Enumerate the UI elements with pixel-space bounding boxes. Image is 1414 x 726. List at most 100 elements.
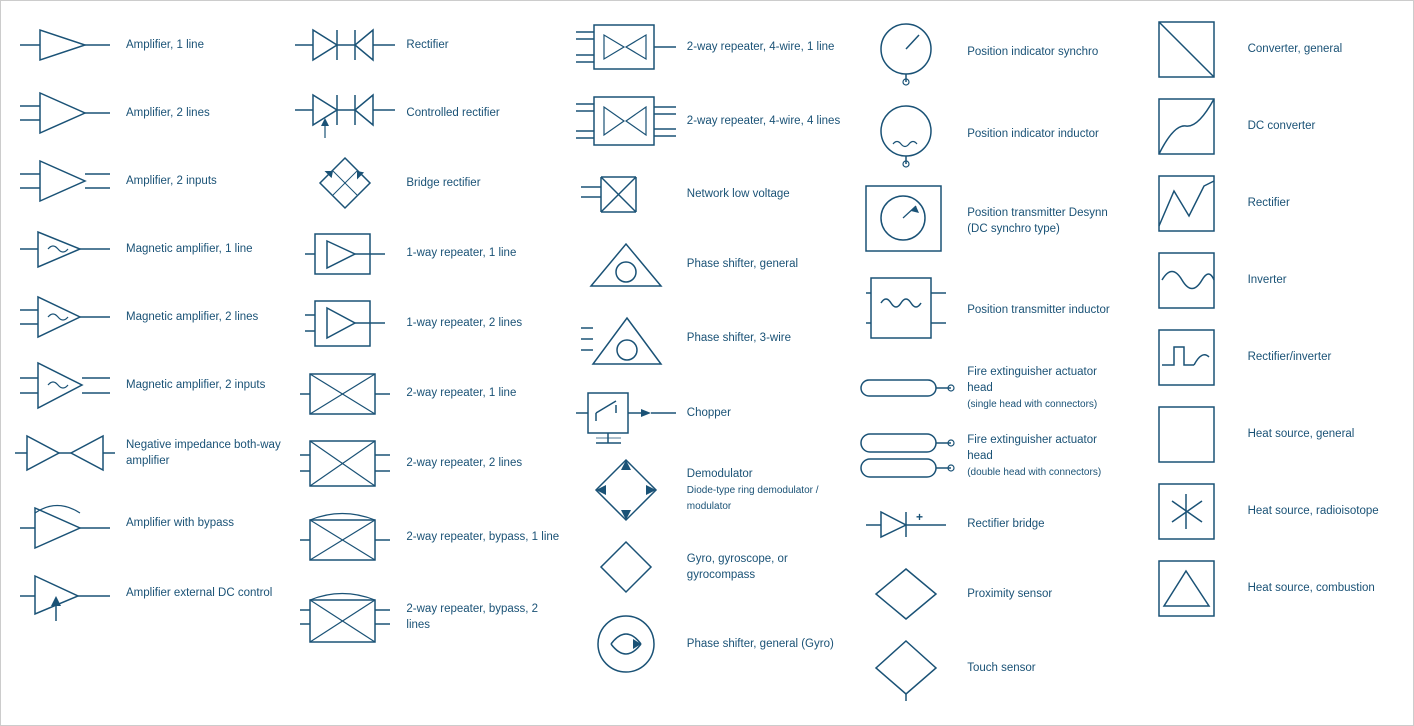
item-magamp1line: Magnetic amplifier, 1 line	[6, 215, 286, 283]
column-1: Amplifier, 1 line Amplifier, 2 lines	[6, 11, 286, 707]
label-twoway4w1l: 2-way repeater, 4-wire, 1 line	[681, 39, 843, 55]
label-netlowvolt: Network low voltage	[681, 186, 843, 202]
item-twoway1line: 2-way repeater, 1 line	[286, 359, 566, 427]
item-posinductor: Position indicator inductor	[847, 93, 1127, 175]
label-amp1line: Amplifier, 1 line	[120, 37, 282, 53]
label-twoway4w4l: 2-way repeater, 4-wire, 4 lines	[681, 113, 843, 129]
symbol-convertergen	[1132, 17, 1242, 82]
item-phasegengyr: Phase shifter, general (Gyro)	[567, 603, 847, 685]
label-convertergen: Converter, general	[1242, 41, 1404, 57]
label-postransdesyn: Position transmitter Desynn (DC synchro …	[961, 205, 1123, 237]
label-rectifier: Rectifier	[400, 37, 562, 53]
item-twoway4w1l: 2-way repeater, 4-wire, 1 line	[567, 11, 847, 83]
item-oneway2lines: 1-way repeater, 2 lines	[286, 287, 566, 359]
item-netlowvolt: Network low voltage	[567, 160, 847, 228]
label-magamp2lines: Magnetic amplifier, 2 lines	[120, 309, 282, 325]
symbol-amp2lines	[10, 88, 120, 138]
symbol-amp1line	[10, 25, 120, 65]
label-contrectifier: Controlled rectifier	[400, 105, 562, 121]
item-fireexthead2: Fire extinguisher actuator head (double …	[847, 422, 1127, 490]
symbol-rectbridge: +	[851, 497, 961, 552]
column-4: Position indicator synchro Position indi…	[847, 11, 1127, 707]
symbol-ampextdc	[10, 566, 120, 621]
label-ampextdc: Amplifier external DC control	[120, 585, 282, 601]
symbol-rectifier2	[1132, 171, 1242, 236]
label-twowaybp1: 2-way repeater, bypass, 1 line	[400, 529, 562, 545]
label-bridgerect: Bridge rectifier	[400, 175, 562, 191]
item-magamp2inputs: Magnetic amplifier, 2 inputs	[6, 351, 286, 419]
item-heatcombust: Heat source, combustion	[1128, 550, 1408, 627]
label-touchsensor: Touch sensor	[961, 660, 1123, 676]
item-twowaybp2: 2-way repeater, bypass, 2 lines	[286, 576, 566, 658]
item-negimpedance: Negative impedance both-way amplifier	[6, 419, 286, 487]
symbol-twoway1line	[290, 366, 400, 421]
label-phasegen: Phase shifter, general	[681, 256, 843, 272]
symbol-amp2inputs	[10, 156, 120, 206]
item-twoway2lines: 2-way repeater, 2 lines	[286, 427, 566, 499]
label-postransinductor: Position transmitter inductor	[961, 302, 1123, 318]
item-magamp2lines: Magnetic amplifier, 2 lines	[6, 283, 286, 351]
symbol-heatradio	[1132, 479, 1242, 544]
symbol-phasegen	[571, 234, 681, 294]
symbol-proxsensor	[851, 564, 961, 624]
item-demod: Demodulator Diode-type ring demodulator …	[567, 449, 847, 531]
item-heatradio: Heat source, radioisotope	[1128, 473, 1408, 550]
item-amp2inputs: Amplifier, 2 inputs	[6, 147, 286, 215]
label-rectifier2: Rectifier	[1242, 195, 1404, 211]
label-inverter: Inverter	[1242, 272, 1404, 288]
label-dcconverter: DC converter	[1242, 118, 1404, 134]
item-possynchro: Position indicator synchro	[847, 11, 1127, 93]
symbol-fireexthead2	[851, 429, 961, 484]
label-rectbridge: Rectifier bridge	[961, 516, 1123, 532]
item-touchsensor: Touch sensor	[847, 630, 1127, 707]
item-dcconverter: DC converter	[1128, 88, 1408, 165]
label-amp2lines: Amplifier, 2 lines	[120, 105, 282, 121]
item-proxsensor: Proximity sensor	[847, 558, 1127, 630]
symbol-oneway2lines	[290, 293, 400, 353]
label-phasegengyr: Phase shifter, general (Gyro)	[681, 636, 843, 652]
symbol-twowaybp1	[290, 505, 400, 570]
label-heatcombust: Heat source, combustion	[1242, 580, 1404, 596]
symbol-magamp1line	[10, 227, 120, 272]
symbol-heatsourcegen	[1132, 402, 1242, 467]
label-demod: Demodulator Diode-type ring demodulator …	[681, 466, 843, 514]
label-rectinverter: Rectifier/inverter	[1242, 349, 1404, 365]
column-5: Converter, general DC converter Rect	[1128, 11, 1408, 707]
item-ampbypass: Amplifier with bypass	[6, 487, 286, 559]
symbol-twoway2lines	[290, 433, 400, 493]
label-posinductor: Position indicator inductor	[961, 126, 1123, 142]
symbol-postransdesyn	[851, 181, 961, 261]
item-contrectifier: Controlled rectifier	[286, 79, 566, 147]
symbol-magamp2lines	[10, 292, 120, 342]
item-convertergen: Converter, general	[1128, 11, 1408, 88]
symbol-heatcombust	[1132, 556, 1242, 621]
symbol-postransinductor	[851, 273, 961, 348]
item-phasegen: Phase shifter, general	[567, 228, 847, 300]
column-2: Rectifier Controlled rectifier	[286, 11, 566, 707]
item-heatsourcegen: Heat source, general	[1128, 396, 1408, 473]
label-chopper: Chopper	[681, 405, 843, 421]
label-ampbypass: Amplifier with bypass	[120, 515, 282, 531]
label-oneway1line: 1-way repeater, 1 line	[400, 245, 562, 261]
item-twowaybp1: 2-way repeater, bypass, 1 line	[286, 499, 566, 576]
symbol-dcconverter	[1132, 94, 1242, 159]
symbol-ampbypass	[10, 493, 120, 553]
symbol-chopper	[571, 383, 681, 443]
svg-text:+: +	[916, 510, 923, 524]
label-twowaybp2: 2-way repeater, bypass, 2 lines	[400, 601, 562, 633]
item-chopper: Chopper	[567, 377, 847, 449]
item-rectifier: Rectifier	[286, 11, 566, 79]
label-magamp1line: Magnetic amplifier, 1 line	[120, 241, 282, 257]
label-heatsourcegen: Heat source, general	[1242, 426, 1404, 442]
symbol-phase3wire	[571, 306, 681, 371]
item-postransdesyn: Position transmitter Desynn (DC synchro …	[847, 175, 1127, 267]
symbol-magamp2inputs	[10, 358, 120, 413]
label-heatradio: Heat source, radioisotope	[1242, 503, 1404, 519]
label-gyro: Gyro, gyroscope, or gyrocompass	[681, 551, 843, 583]
symbol-contrectifier	[290, 88, 400, 138]
label-proxsensor: Proximity sensor	[961, 586, 1123, 602]
symbol-bridgerect	[290, 153, 400, 213]
item-twoway4w4l: 2-way repeater, 4-wire, 4 lines	[567, 83, 847, 160]
item-gyro: Gyro, gyroscope, or gyrocompass	[567, 531, 847, 603]
symbol-possynchro	[851, 17, 961, 87]
